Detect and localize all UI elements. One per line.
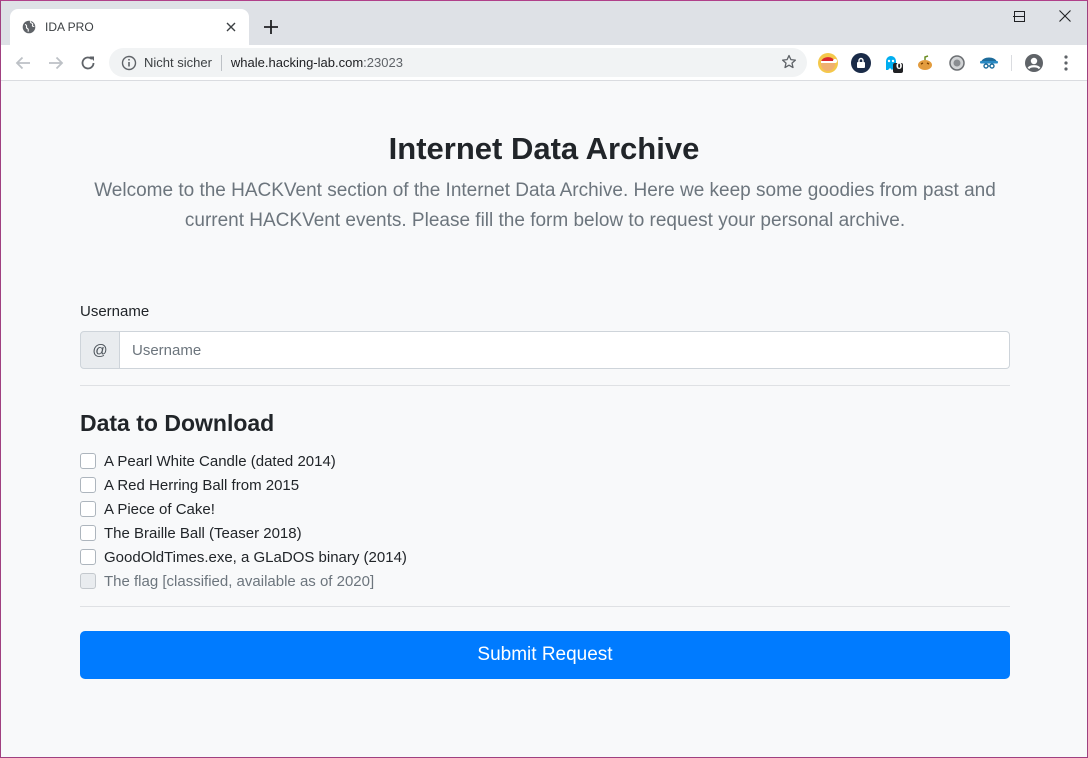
close-tab-icon[interactable]: [223, 19, 239, 35]
pumpkin-extension-icon[interactable]: [915, 53, 935, 73]
gray-circle-extension-icon[interactable]: [947, 53, 967, 73]
divider-top: [80, 385, 1010, 386]
browser-toolbar: Nicht sicher whale.hacking-lab.com:23023…: [1, 45, 1087, 81]
checkbox[interactable]: [80, 453, 96, 469]
toolbar-divider: [1011, 55, 1012, 71]
page-lead: Welcome to the HACKVent section of the I…: [94, 180, 996, 231]
tab-strip: IDA PRO: [1, 1, 1087, 45]
forward-button[interactable]: [42, 49, 70, 77]
maximize-button[interactable]: [996, 1, 1042, 31]
new-tab-button[interactable]: [259, 15, 283, 39]
download-heading: Data to Download: [80, 410, 275, 436]
download-item-label: GoodOldTimes.exe, a GLaDOS binary (2014): [104, 548, 407, 566]
page-content: Internet Data Archive Welcome to the HAC…: [1, 81, 1087, 757]
menu-kebab-icon[interactable]: [1056, 53, 1076, 73]
download-item-label: The Braille Ball (Teaser 2018): [104, 524, 302, 542]
checkbox: [80, 573, 96, 589]
username-input[interactable]: [120, 331, 1010, 369]
address-bar[interactable]: Nicht sicher whale.hacking-lab.com:23023: [109, 48, 807, 77]
reload-button[interactable]: [74, 49, 102, 77]
url-port: :23023: [363, 55, 403, 70]
security-label[interactable]: Nicht sicher: [144, 55, 212, 70]
bookmark-star-icon[interactable]: [781, 54, 797, 70]
address-separator: [220, 54, 222, 71]
username-label: Username: [80, 303, 150, 320]
download-item-2[interactable]: A Piece of Cake!: [80, 497, 407, 521]
close-window-button[interactable]: [1042, 1, 1087, 31]
browser-tab[interactable]: IDA PRO: [10, 9, 249, 45]
username-input-group: @: [80, 331, 1010, 369]
download-item-1[interactable]: A Red Herring Ball from 2015: [80, 473, 407, 497]
spy-extension-icon[interactable]: [979, 53, 999, 73]
info-icon[interactable]: [121, 55, 137, 71]
download-item-label: A Piece of Cake!: [104, 500, 215, 518]
extension-badge: 0: [896, 62, 903, 72]
download-item-label: A Red Herring Ball from 2015: [104, 476, 300, 494]
submit-request-button[interactable]: Submit Request: [80, 631, 1010, 679]
profile-avatar-icon[interactable]: [1024, 53, 1044, 73]
download-item-4[interactable]: GoodOldTimes.exe, a GLaDOS binary (2014): [80, 545, 407, 569]
checkbox[interactable]: [80, 477, 96, 493]
globe-icon: [22, 20, 36, 34]
url-host: whale.hacking-lab.com: [230, 55, 364, 70]
back-button[interactable]: [9, 49, 37, 77]
page-title: Internet Data Archive: [388, 131, 700, 166]
download-item-5: The flag [classified, available as of 20…: [80, 569, 407, 593]
checkbox[interactable]: [80, 501, 96, 517]
tab-title: IDA PRO: [45, 20, 94, 34]
checkbox[interactable]: [80, 525, 96, 541]
download-item-0[interactable]: A Pearl White Candle (dated 2014): [80, 449, 407, 473]
divider-bottom: [80, 606, 1010, 607]
download-checklist: A Pearl White Candle (dated 2014) A Red H…: [80, 449, 407, 593]
at-sign-prepend: @: [80, 331, 120, 369]
download-item-3[interactable]: The Braille Ball (Teaser 2018): [80, 521, 407, 545]
browser-window: IDA PRO Nicht sicher whale.hacking-lab.c…: [0, 0, 1088, 758]
download-item-label: A Pearl White Candle (dated 2014): [104, 452, 336, 470]
santa-extension-icon[interactable]: [818, 53, 838, 73]
checkbox[interactable]: [80, 549, 96, 565]
ghostery-extension-icon[interactable]: 0: [883, 53, 903, 73]
lock-extension-icon[interactable]: [851, 53, 871, 73]
download-item-label: The flag [classified, available as of 20…: [104, 572, 375, 590]
